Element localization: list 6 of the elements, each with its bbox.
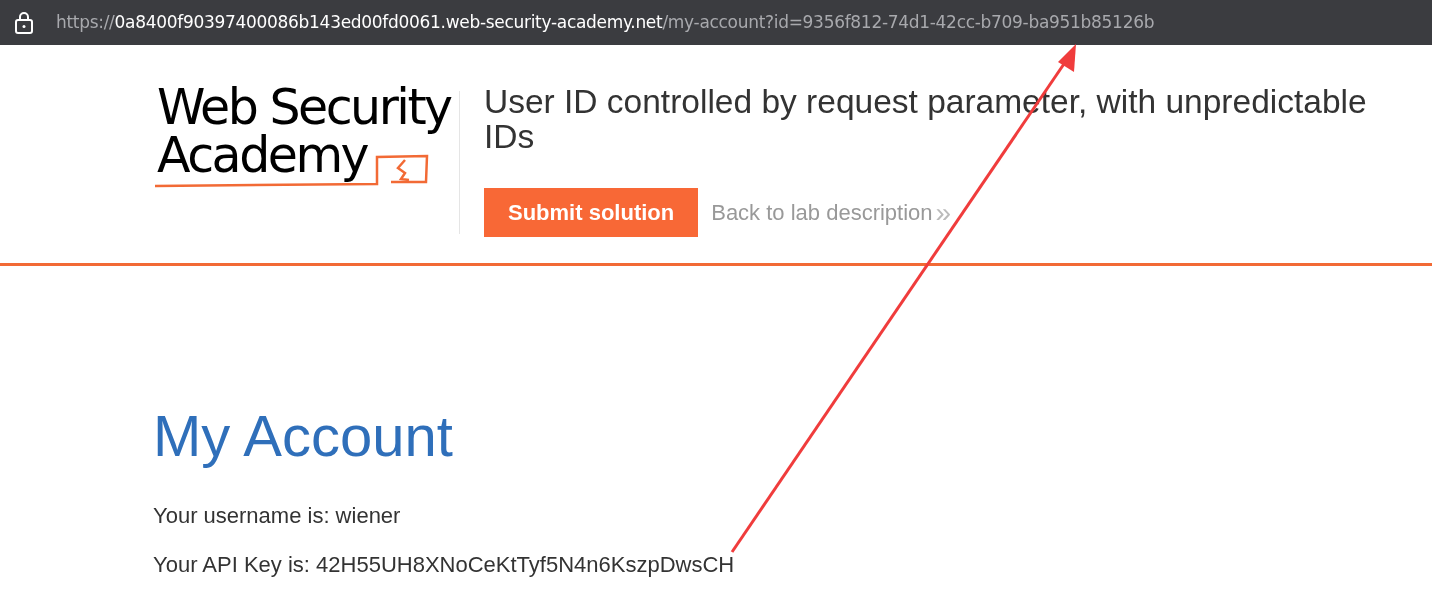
double-chevron-icon: » <box>935 198 952 227</box>
logo[interactable]: Web Security Academy <box>155 84 455 192</box>
account-detail: Your API Key is: 42H55UH8XNoCeKtTyf5N4n6KszpDwsCH <box>153 551 736 579</box>
url-field[interactable]: https://0a8400f90397400086b143ed00fd0061.web-security-academy.net/my-account?id=9356f812-74d1-42cc-b709-ba951b85126b <box>56 9 1155 36</box>
page-heading: My Account <box>153 404 454 468</box>
account-detail: Your username is: wiener <box>153 502 402 530</box>
